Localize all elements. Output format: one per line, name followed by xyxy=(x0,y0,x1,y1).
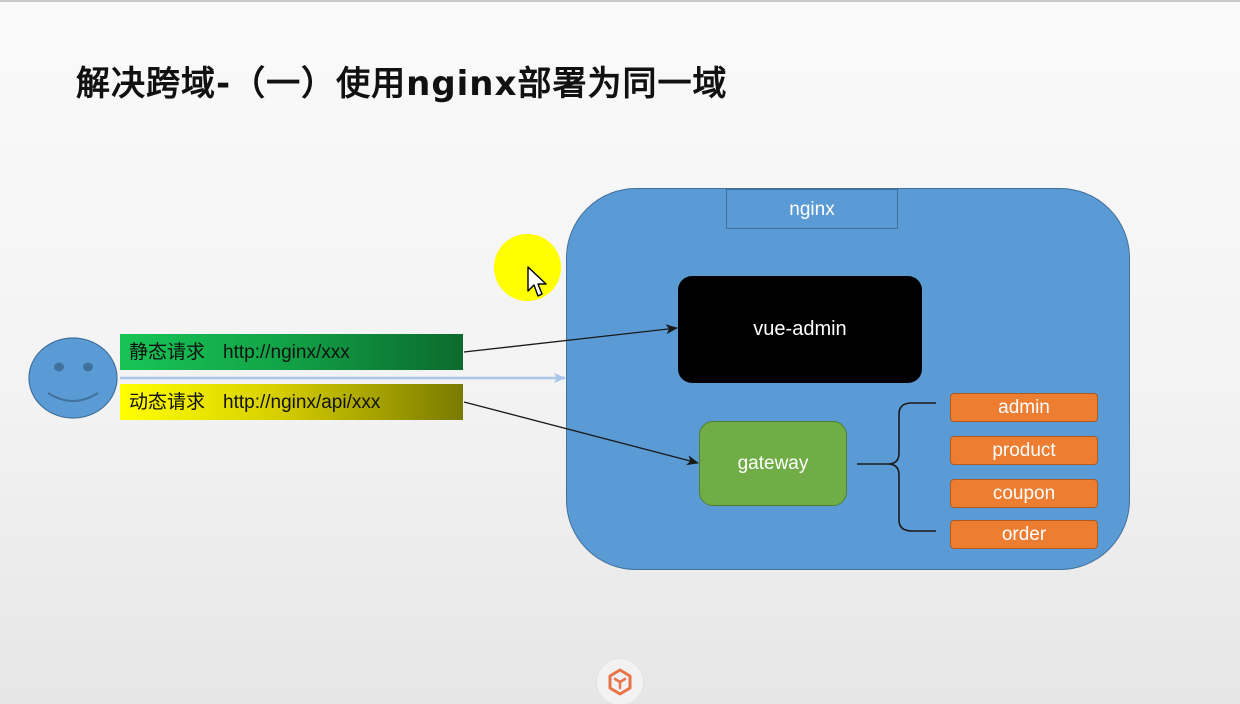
dynamic-request-bar: 动态请求 http://nginx/api/xxx xyxy=(120,384,463,420)
slide-title: 解决跨域-（一）使用nginx部署为同一域 xyxy=(76,64,728,104)
nginx-label: nginx xyxy=(726,189,898,229)
dynamic-request-url: http://nginx/api/xxx xyxy=(223,392,381,413)
dynamic-request-label: 动态请求 xyxy=(129,391,206,413)
static-request-label: 静态请求 xyxy=(129,341,206,363)
service-product: product xyxy=(950,436,1098,465)
service-coupon: coupon xyxy=(950,479,1098,508)
gateway-box: gateway xyxy=(699,421,847,506)
app-logo[interactable] xyxy=(596,658,644,704)
service-order: order xyxy=(950,520,1098,549)
top-border xyxy=(0,0,1240,2)
vue-admin-box: vue-admin xyxy=(678,276,922,383)
app-logo-icon xyxy=(608,668,632,696)
smiley-face-icon xyxy=(28,337,118,419)
static-request-bar: 静态请求 http://nginx/xxx xyxy=(120,334,463,370)
static-request-url: http://nginx/xxx xyxy=(223,342,350,363)
mouse-cursor-icon xyxy=(527,266,547,297)
service-admin: admin xyxy=(950,393,1098,422)
